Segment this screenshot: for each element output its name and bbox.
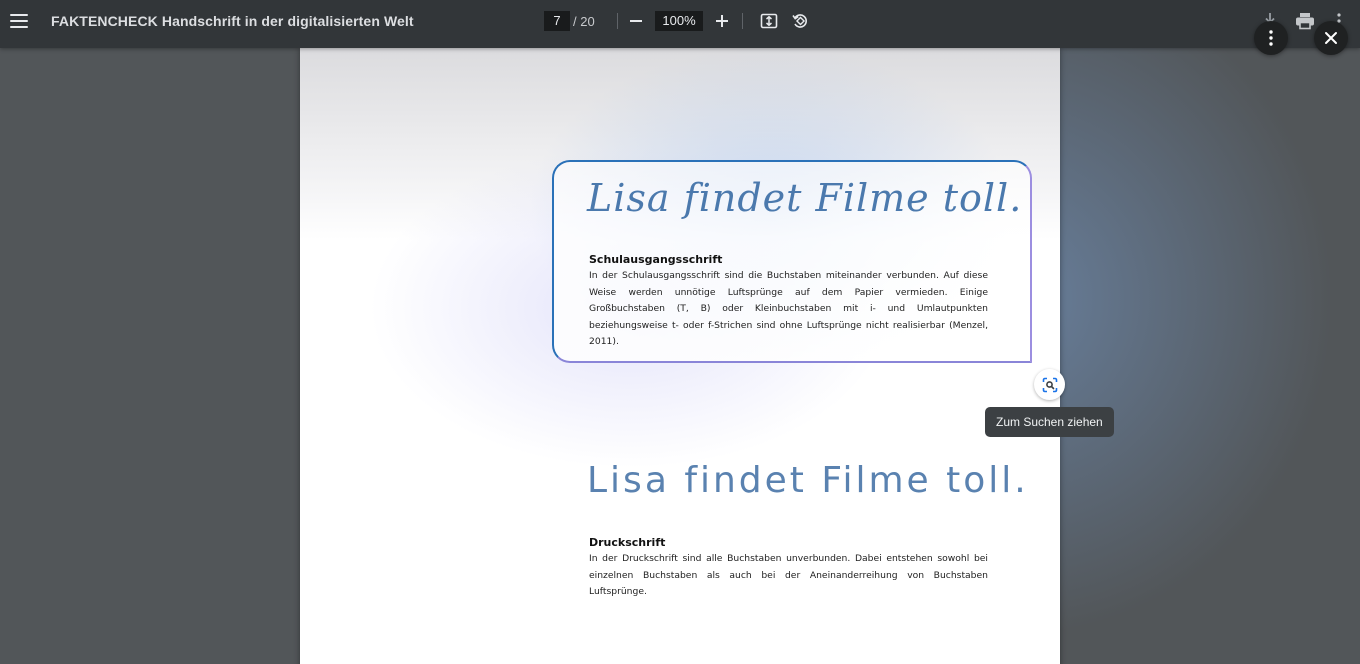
print-icon bbox=[1296, 13, 1314, 30]
rotate-icon bbox=[792, 14, 807, 28]
lens-search-button[interactable] bbox=[1034, 369, 1065, 400]
section-heading-schulausgangsschrift: Schulausgangsschrift bbox=[589, 253, 723, 266]
pdf-toolbar: FAKTENCHECK Handschrift in der digitalis… bbox=[0, 0, 1360, 48]
toolbar-divider bbox=[742, 13, 743, 29]
page-total: / 20 bbox=[573, 14, 595, 29]
close-icon bbox=[1325, 32, 1337, 44]
fit-page-icon bbox=[760, 13, 778, 29]
more-vert-icon bbox=[1269, 30, 1273, 46]
section-heading-druckschrift: Druckschrift bbox=[589, 536, 666, 549]
lens-tooltip: Zum Suchen ziehen bbox=[985, 407, 1114, 437]
pdf-page[interactable]: Lisa findet Filme toll. Schulausgangssch… bbox=[300, 48, 1060, 664]
zoom-level-input[interactable]: 100% bbox=[655, 11, 703, 31]
zoom-in-button[interactable] bbox=[713, 12, 731, 30]
menu-icon[interactable] bbox=[10, 10, 32, 32]
zoom-out-button[interactable] bbox=[627, 12, 645, 30]
section-body-schulausgangsschrift: In der Schulausgangsschrift sind die Buc… bbox=[589, 270, 988, 347]
print-button[interactable] bbox=[1294, 11, 1316, 31]
section-body-druckschrift: In der Druckschrift sind alle Buchstaben… bbox=[589, 553, 988, 597]
zoom-out-icon bbox=[630, 20, 642, 22]
toolbar-divider bbox=[617, 13, 618, 29]
lens-search-icon bbox=[1042, 377, 1057, 392]
zoom-in-icon bbox=[716, 15, 728, 27]
document-title: FAKTENCHECK Handschrift in der digitalis… bbox=[51, 13, 414, 29]
fit-page-button[interactable] bbox=[759, 11, 779, 31]
lens-close-button[interactable] bbox=[1314, 21, 1348, 55]
lens-more-button[interactable] bbox=[1254, 21, 1288, 55]
cursive-sample: Lisa findet Filme toll. bbox=[587, 176, 1023, 220]
rotate-button[interactable] bbox=[790, 11, 810, 31]
print-sample: Lisa findet Filme toll. bbox=[587, 460, 1029, 501]
page-number-input[interactable]: 7 bbox=[544, 11, 570, 31]
